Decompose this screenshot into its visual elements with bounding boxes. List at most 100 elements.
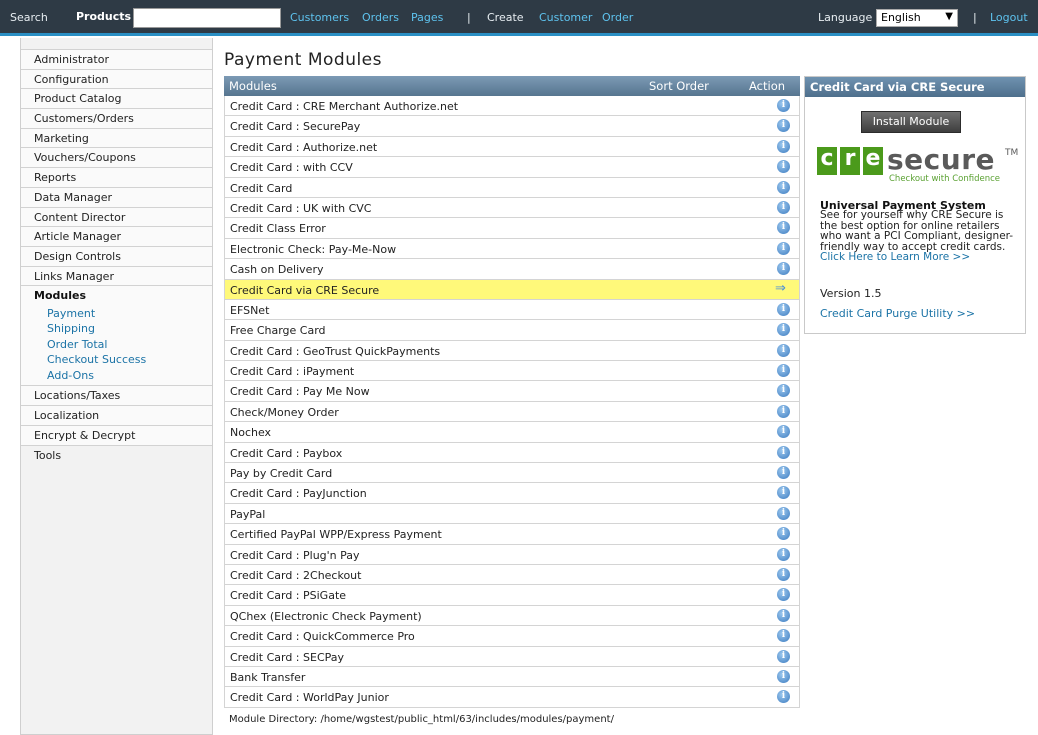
nav-link-pages[interactable]: Pages [411, 11, 443, 24]
sidebar-item-links-manager[interactable]: Links Manager [21, 266, 212, 287]
info-icon[interactable]: i [777, 567, 790, 581]
sidebar-subitem-checkout-success[interactable]: Checkout Success [21, 352, 212, 368]
nav-link-orders[interactable]: Orders [362, 11, 399, 24]
search-input[interactable] [133, 8, 281, 28]
sidebar-item-marketing[interactable]: Marketing [21, 128, 212, 149]
sidebar-item-configuration[interactable]: Configuration [21, 69, 212, 90]
arrow-right-icon[interactable]: ⇒ [775, 281, 786, 296]
cre-secure-logo[interactable]: c r e secure TM Checkout with Confidence [817, 143, 1023, 187]
info-icon[interactable]: i [777, 364, 790, 378]
table-row[interactable]: Credit Card : CRE Merchant Authorize.net… [224, 96, 800, 117]
info-icon[interactable]: i [777, 629, 790, 643]
info-icon[interactable]: i [777, 119, 790, 133]
table-row[interactable]: Certified PayPal WPP/Express Payment i [224, 524, 800, 545]
logout-link[interactable]: Logout [990, 11, 1028, 24]
sidebar-item-reports[interactable]: Reports [21, 168, 212, 188]
info-icon[interactable]: i [777, 588, 790, 602]
table-row[interactable]: Bank Transfer i [224, 666, 800, 688]
table-row[interactable]: Credit Card : Plug'n Pay i [224, 544, 800, 565]
table-row[interactable]: Credit Card : GeoTrust QuickPayments i [224, 340, 800, 362]
info-icon[interactable]: i [777, 445, 790, 459]
sidebar-subitem-add-ons[interactable]: Add-Ons [21, 367, 212, 384]
modules-table: Modules Sort Order Action Credit Card : … [224, 76, 800, 708]
table-row[interactable]: QChex (Electronic Check Payment) i [224, 605, 800, 627]
table-row[interactable]: Credit Card : Authorize.net i [224, 136, 800, 158]
sidebar-subitem-order-total[interactable]: Order Total [21, 336, 212, 353]
sidebar-item-localization[interactable]: Localization [21, 406, 212, 426]
language-select[interactable]: English ▼ [876, 9, 958, 27]
table-row[interactable]: Credit Card : UK with CVC i [224, 197, 800, 219]
info-icon[interactable]: i [777, 384, 790, 398]
table-row[interactable]: Check/Money Order i [224, 401, 800, 423]
sidebar-item-tools[interactable]: Tools [21, 445, 212, 466]
install-module-button[interactable]: Install Module [861, 111, 961, 133]
info-icon[interactable]: i [777, 139, 790, 153]
sidebar-item-product-catalog[interactable]: Product Catalog [21, 89, 212, 110]
language-value: English [881, 11, 921, 24]
info-icon[interactable]: i [777, 404, 790, 418]
info-icon[interactable]: i [777, 323, 790, 337]
info-icon[interactable]: i [777, 99, 790, 112]
info-icon[interactable]: i [777, 221, 790, 235]
create-order-link[interactable]: Order [602, 11, 633, 24]
learn-more-link[interactable]: Click Here to Learn More >> [820, 251, 970, 263]
info-icon[interactable]: i [777, 527, 790, 541]
table-row[interactable]: Credit Class Error i [224, 218, 800, 239]
table-row[interactable]: EFSNet i [224, 299, 800, 321]
table-row[interactable]: Credit Card : 2Checkout i [224, 564, 800, 586]
table-row[interactable]: Nochex i [224, 422, 800, 443]
sidebar-item-customers-orders[interactable]: Customers/Orders [21, 109, 212, 129]
table-row[interactable]: Credit Card : iPayment i [224, 361, 800, 382]
purge-utility-link[interactable]: Credit Card Purge Utility >> [820, 307, 975, 320]
info-icon[interactable]: i [777, 160, 790, 174]
sidebar-item-vouchers-coupons[interactable]: Vouchers/Coupons [21, 148, 212, 169]
table-row[interactable]: Cash on Delivery i [224, 259, 800, 280]
table-row[interactable]: Credit Card : Pay Me Now i [224, 381, 800, 402]
info-icon[interactable]: i [777, 343, 790, 357]
table-row[interactable]: Credit Card : PayJunction i [224, 483, 800, 504]
create-customer-link[interactable]: Customer [539, 11, 592, 24]
info-icon[interactable]: i [777, 506, 790, 520]
sidebar-subitem-payment[interactable]: Payment [21, 305, 212, 322]
info-icon[interactable]: i [777, 302, 790, 316]
module-name: Credit Card : SECPay [230, 650, 345, 664]
sidebar-item-design-controls[interactable]: Design Controls [21, 246, 212, 267]
table-row[interactable]: Pay by Credit Card i [224, 463, 800, 484]
sidebar-item-modules[interactable]: Modules [21, 286, 212, 306]
sidebar-item-encrypt-decrypt[interactable]: Encrypt & Decrypt [21, 425, 212, 446]
info-icon[interactable]: i [777, 547, 790, 561]
search-scope-select[interactable]: Products [76, 10, 131, 23]
sidebar-item-content-director[interactable]: Content Director [21, 207, 212, 228]
table-row[interactable]: Electronic Check: Pay-Me-Now i [224, 238, 800, 260]
logo-letter-e: e [863, 147, 883, 175]
info-icon[interactable]: i [777, 180, 790, 194]
info-icon[interactable]: i [777, 200, 790, 214]
chevron-down-icon: ▼ [945, 11, 953, 22]
sidebar-item-locations-taxes[interactable]: Locations/Taxes [21, 386, 212, 407]
table-row[interactable]: Credit Card : SecurePay i [224, 116, 800, 137]
table-row[interactable]: Credit Card : with CCV i [224, 157, 800, 178]
info-icon[interactable]: i [777, 649, 790, 663]
info-icon[interactable]: i [777, 466, 790, 480]
info-icon[interactable]: i [777, 262, 790, 276]
table-row[interactable]: Credit Card i [224, 177, 800, 198]
table-row[interactable]: Credit Card : SECPay i [224, 646, 800, 667]
info-icon[interactable]: i [777, 669, 790, 683]
info-icon[interactable]: i [777, 690, 790, 704]
table-row[interactable]: Credit Card via CRE Secure ⇒ [224, 279, 800, 300]
sidebar-item-article-manager[interactable]: Article Manager [21, 227, 212, 247]
sidebar-subitem-shipping[interactable]: Shipping [21, 321, 212, 337]
table-row[interactable]: Credit Card : WorldPay Junior i [224, 687, 800, 708]
info-icon[interactable]: i [777, 425, 790, 439]
nav-link-customers[interactable]: Customers [290, 11, 349, 24]
table-row[interactable]: Credit Card : Paybox i [224, 442, 800, 464]
table-row[interactable]: Credit Card : PSiGate i [224, 585, 800, 606]
info-icon[interactable]: i [777, 486, 790, 500]
sidebar-item-data-manager[interactable]: Data Manager [21, 187, 212, 208]
info-icon[interactable]: i [777, 608, 790, 622]
table-row[interactable]: Credit Card : QuickCommerce Pro i [224, 626, 800, 647]
sidebar-item-administrator[interactable]: Administrator [21, 50, 212, 70]
info-icon[interactable]: i [777, 241, 790, 255]
table-row[interactable]: PayPal i [224, 503, 800, 525]
table-row[interactable]: Free Charge Card i [224, 320, 800, 341]
